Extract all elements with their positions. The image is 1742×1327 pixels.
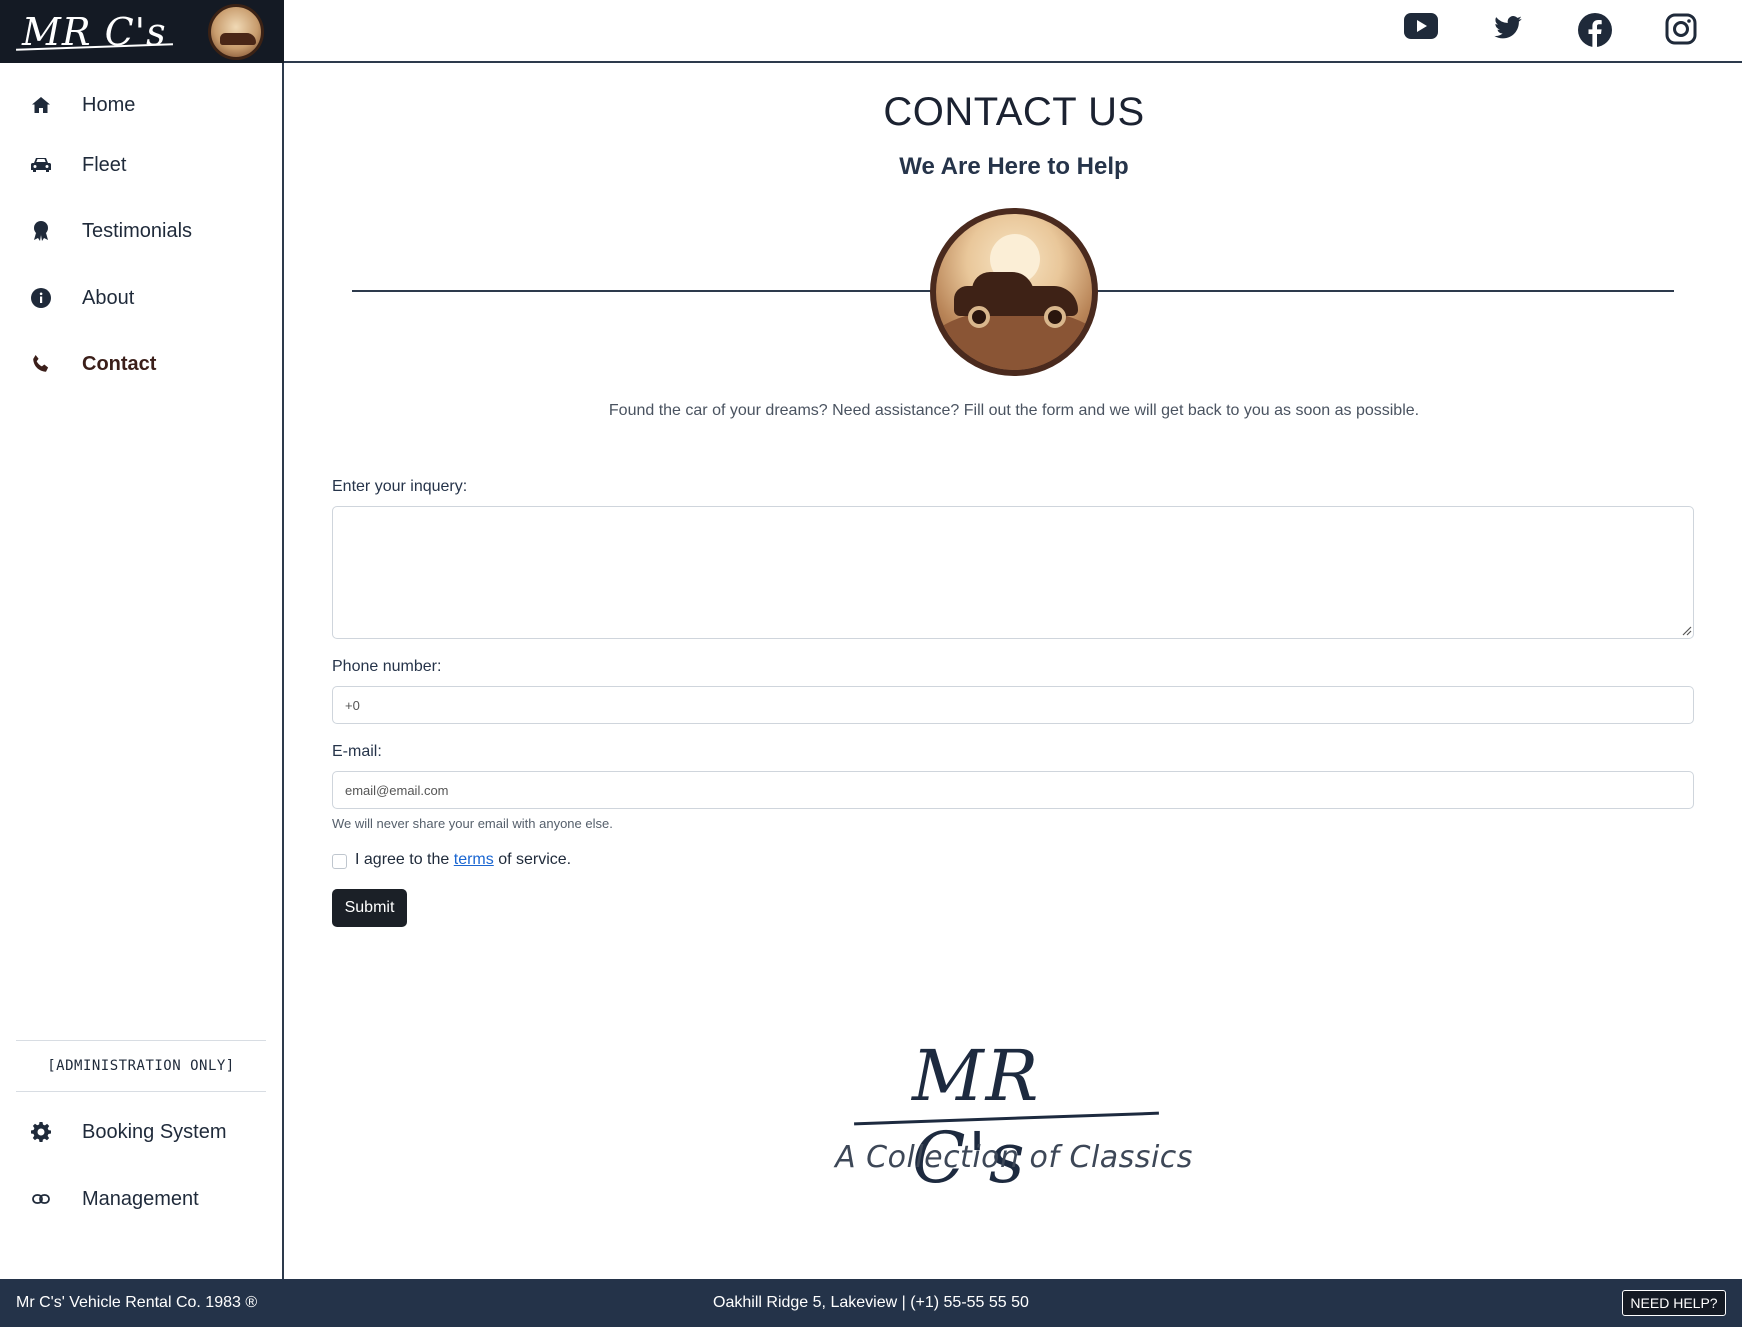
sidebar-item-label: Fleet [82,153,127,176]
footer-bar: Mr C's' Vehicle Rental Co. 1983 ® Oakhil… [0,1279,1742,1327]
sidebar-item-label: About [82,286,135,309]
submit-button[interactable]: Submit [332,889,407,927]
admin-section-label: [ADMINISTRATION ONLY] [47,1058,235,1074]
home-icon [30,94,52,116]
sidebar-item-label: Booking System [82,1120,227,1143]
sidebar-item-label: Home [82,93,136,116]
page-title: CONTACT US [883,90,1145,134]
terms-label: I agree to the terms of service. [355,851,571,869]
sidebar-item-label: Testimonials [82,219,193,242]
phone-input[interactable] [332,686,1694,724]
sidebar-item-booking-system[interactable]: Booking System [0,1104,282,1160]
sidebar-item-label: Contact [82,352,157,375]
twitter-icon[interactable] [1491,13,1527,49]
email-help-text: We will never share your email with anyo… [332,816,613,831]
logo-emblem [208,3,264,60]
sidebar-item-fleet[interactable]: Fleet [0,137,282,193]
address-text: Oakhill Ridge 5, Lakeview | (+1) 55-55 5… [713,1294,1029,1311]
award-icon [30,220,52,242]
facebook-icon[interactable] [1578,13,1614,49]
sidebar-item-label: Management [82,1187,199,1210]
need-help-button[interactable]: NEED HELP? [1622,1290,1726,1316]
sidebar-item-management[interactable]: Management [0,1171,282,1227]
divider [16,1040,266,1041]
page-subtitle: We Are Here to Help [899,153,1129,180]
info-icon [30,287,52,309]
link-icon [30,1188,52,1210]
sidebar-item-testimonials[interactable]: Testimonials [0,203,282,259]
youtube-icon[interactable] [1404,13,1440,49]
inquiry-textarea[interactable] [332,506,1694,639]
tagline: A Collection of Classics [835,1140,1193,1175]
gear-icon [30,1121,52,1143]
classic-car-emblem [930,208,1098,376]
car-icon [30,154,52,176]
phone-label: Phone number: [332,658,442,675]
terms-prefix: I agree to the [355,851,450,868]
phone-icon [30,353,52,375]
main-content: CONTACT US We Are Here to Help Found the… [286,65,1742,1279]
email-input[interactable] [332,771,1694,809]
terms-suffix: of service. [498,851,572,868]
brand-logo[interactable]: MR C's [0,0,284,63]
divider-rule-right [1096,290,1674,292]
sidebar-item-about[interactable]: About [0,270,282,326]
instagram-icon[interactable] [1665,13,1701,49]
inquiry-label: Enter your inquery: [332,478,468,495]
divider [16,1091,266,1092]
resize-grip-icon[interactable] [1680,624,1692,636]
terms-link[interactable]: terms [454,851,494,868]
top-bar [284,0,1742,63]
intro-text: Found the car of your dreams? Need assis… [608,402,1420,419]
sidebar-item-contact[interactable]: Contact [0,336,282,392]
sidebar: Home Fleet Testimonials About Contact [A… [0,63,284,1279]
email-label: E-mail: [332,743,382,760]
logo-text: MR C's [22,9,167,54]
footer-logo: MR C's [854,1035,1174,1199]
sidebar-item-home[interactable]: Home [0,77,282,133]
divider-rule-left [352,290,932,292]
terms-checkbox[interactable] [332,854,347,869]
